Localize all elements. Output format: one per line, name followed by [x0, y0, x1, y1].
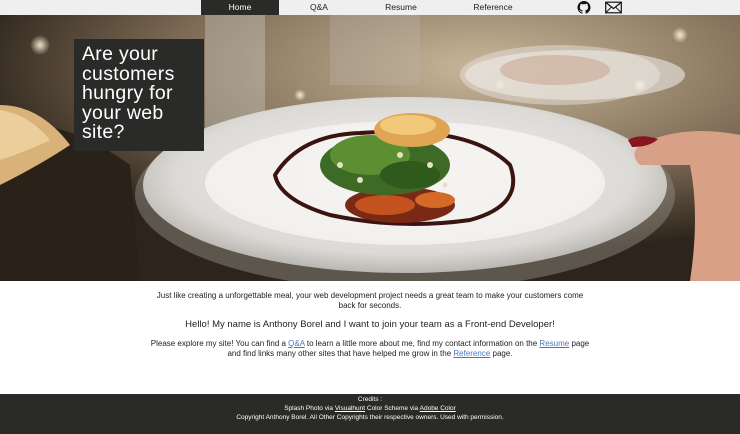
github-icon[interactable] — [576, 1, 592, 14]
footer-credits-heading: Credits : — [357, 396, 383, 403]
hello-text: Hello! My name is Anthony Borel and I wa… — [185, 319, 555, 330]
nav-qa[interactable]: Q&A — [279, 0, 359, 15]
hero-title: Are your customers hungry for your web s… — [82, 43, 175, 143]
footer-color-text: Color Scheme via — [365, 405, 420, 412]
footer-credits-line: Splash Photo via Visualhunt Color Scheme… — [0, 404, 740, 413]
footer-copyright: Copyright Anthony Borel. All Other Copyr… — [236, 414, 504, 421]
nav-reference[interactable]: Reference — [443, 0, 543, 15]
nav-resume[interactable]: Resume — [359, 0, 443, 15]
adobe-color-link[interactable]: Adobe Color — [420, 405, 456, 412]
explore-text: Please explore my site! You can find a Q… — [148, 339, 592, 359]
mail-icon[interactable] — [605, 1, 622, 14]
footer-splash-text: Splash Photo via — [284, 405, 335, 412]
resume-link[interactable]: Resume — [539, 339, 569, 348]
reference-link[interactable]: Reference — [453, 349, 490, 358]
hero-title-box: Are your customers hungry for your web s… — [74, 39, 204, 151]
explore-text-1: Please explore my site! You can find a — [150, 339, 289, 348]
visualhunt-link[interactable]: Visualhunt — [335, 405, 365, 412]
top-nav: Home Q&A Resume Reference — [0, 0, 740, 15]
hero-banner: Are your customers hungry for your web s… — [0, 15, 740, 281]
intro-text: Just like creating a unforgettable meal,… — [156, 291, 584, 310]
nav-home[interactable]: Home — [201, 0, 279, 15]
footer: Credits : Splash Photo via Visualhunt Co… — [0, 394, 740, 434]
main-content: Just like creating a unforgettable meal,… — [0, 281, 740, 394]
explore-text-4: page. — [490, 349, 513, 358]
qa-link[interactable]: Q&A — [288, 339, 304, 348]
explore-text-2: to learn a little more about me, find my… — [304, 339, 540, 348]
